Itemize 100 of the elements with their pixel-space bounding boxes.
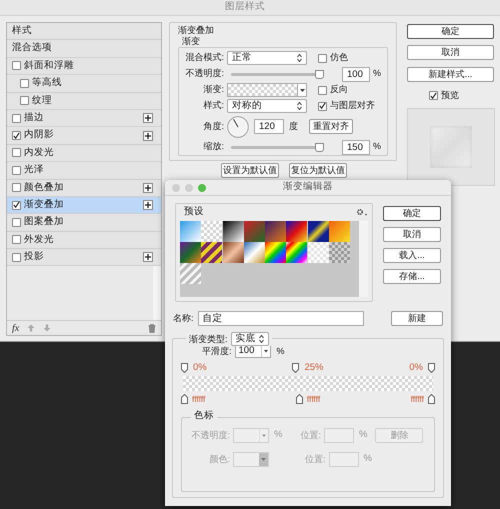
sidebar-item[interactable]: 样式 — [7, 23, 161, 40]
caret-icon — [261, 458, 266, 461]
group-title: 渐变 — [182, 36, 201, 47]
plus-icon[interactable] — [143, 130, 153, 141]
checkbox[interactable] — [318, 86, 327, 94]
button[interactable]: 设置为默认值 — [221, 163, 279, 178]
checkbox[interactable] — [429, 91, 438, 100]
dropdown[interactable]: 正常 — [227, 51, 307, 65]
gradient-swatch[interactable] — [265, 242, 286, 264]
checkbox[interactable] — [12, 61, 21, 70]
checkbox[interactable] — [12, 252, 21, 262]
button[interactable]: 新建样式... — [407, 67, 494, 82]
opacity-stop-icon[interactable] — [428, 363, 435, 374]
input-field[interactable]: 120 — [254, 119, 284, 134]
checkbox[interactable] — [12, 166, 21, 175]
slider-thumb[interactable] — [315, 70, 324, 78]
checkbox[interactable] — [20, 96, 29, 106]
sidebar-item[interactable]: 等高线 — [7, 75, 161, 93]
opacity-stop-icon[interactable] — [181, 363, 188, 374]
sidebar-label: 光泽 — [24, 163, 44, 178]
button[interactable]: 确定 — [407, 24, 494, 39]
sidebar-item[interactable]: 描边 — [7, 110, 161, 128]
trash-icon[interactable] — [148, 324, 156, 332]
gradient-swatch[interactable] — [328, 242, 350, 264]
input-field[interactable]: 自定 — [198, 310, 364, 326]
sidebar-item[interactable]: 投影 — [7, 249, 161, 266]
plus-icon[interactable] — [143, 182, 153, 193]
button[interactable]: 取消 — [383, 227, 441, 242]
sidebar-item[interactable]: 渐变叠加 — [7, 196, 161, 214]
button[interactable]: 复位为默认值 — [289, 163, 347, 178]
gradient-swatch[interactable] — [286, 221, 308, 242]
checkbox[interactable] — [20, 78, 29, 88]
color-stop-icon[interactable] — [181, 394, 188, 404]
gear-icon[interactable] — [356, 208, 368, 216]
sidebar-item[interactable]: 光泽 — [7, 162, 161, 180]
dropdown[interactable]: 实底 — [230, 332, 269, 346]
checkbox[interactable] — [318, 54, 327, 62]
group-title: 预设 — [184, 205, 204, 219]
gradient-swatch[interactable] — [328, 221, 350, 242]
updown-icon — [297, 102, 302, 110]
checkbox[interactable] — [12, 200, 21, 210]
gradient-swatch[interactable] — [308, 221, 328, 242]
button[interactable]: 重置对齐 — [309, 119, 353, 134]
gradient-swatch[interactable] — [180, 221, 201, 242]
gradient-swatch[interactable] — [222, 221, 244, 242]
sidebar-item[interactable]: 纹理 — [7, 92, 161, 110]
sidebar-item[interactable]: 颜色叠加 — [7, 180, 161, 197]
preview-swatch — [430, 126, 472, 168]
updown-icon — [258, 335, 264, 344]
window-title: 渐变编辑器 — [283, 180, 333, 194]
sidebar-item[interactable]: 图案叠加 — [7, 214, 161, 232]
sidebar-item[interactable]: 外发光 — [7, 232, 161, 250]
button[interactable]: 确定 — [383, 206, 441, 221]
gradient-swatch[interactable] — [201, 242, 222, 264]
opacity-stop-icon[interactable] — [292, 363, 300, 374]
checkbox[interactable] — [12, 183, 21, 192]
input-field[interactable]: 100 — [342, 66, 370, 82]
checkbox[interactable] — [12, 148, 21, 158]
color-stop-icon[interactable] — [428, 394, 435, 404]
button[interactable]: 新建 — [391, 310, 443, 326]
plus-icon[interactable] — [143, 113, 153, 124]
gradient-swatch[interactable] — [180, 242, 201, 264]
dropdown[interactable]: 对称的 — [227, 99, 307, 113]
input-field[interactable]: 150 — [342, 140, 370, 154]
group-title: 渐变叠加 — [178, 25, 215, 36]
angle-dial[interactable] — [227, 116, 249, 138]
button[interactable]: 存储... — [383, 269, 441, 284]
field-label: 角度: — [202, 120, 224, 133]
gradient-swatch[interactable] — [244, 242, 265, 264]
sidebar-item[interactable]: 内发光 — [7, 144, 161, 162]
gradient-swatch[interactable] — [286, 242, 308, 264]
sidebar-label: 等高线 — [32, 76, 62, 90]
sidebar-item[interactable]: 斜面和浮雕 — [7, 58, 161, 76]
button[interactable]: 取消 — [407, 45, 494, 60]
caret-icon — [259, 429, 268, 442]
color-stop-icon[interactable] — [296, 394, 303, 404]
plus-icon[interactable] — [143, 200, 153, 210]
checkbox[interactable] — [12, 114, 21, 123]
button[interactable]: 载入... — [383, 248, 441, 263]
sidebar-item[interactable]: 内阴影 — [7, 127, 161, 145]
arrow-down-icon[interactable] — [43, 324, 52, 332]
checkbox[interactable] — [12, 131, 21, 140]
field-label: 不透明度: — [190, 428, 230, 442]
arrow-up-icon[interactable] — [27, 324, 36, 332]
slider-thumb[interactable] — [315, 142, 324, 152]
gradient-swatch[interactable] — [308, 242, 328, 264]
gradient-swatch[interactable] — [265, 221, 286, 242]
gradient-swatch[interactable] — [201, 221, 222, 242]
sidebar-item[interactable]: 混合选项 — [7, 40, 161, 58]
checkbox[interactable] — [12, 235, 21, 244]
gradient-picker[interactable] — [227, 83, 307, 97]
stop-value: ffffff — [410, 392, 424, 406]
plus-icon[interactable] — [143, 252, 153, 262]
fx-label[interactable]: fx — [12, 320, 20, 336]
checkbox[interactable] — [318, 102, 327, 110]
gradient-swatch[interactable] — [222, 242, 244, 264]
gradient-swatch[interactable] — [244, 221, 265, 242]
field-label: % — [373, 67, 382, 80]
gradient-swatch[interactable] — [180, 263, 201, 284]
checkbox[interactable] — [12, 218, 21, 227]
